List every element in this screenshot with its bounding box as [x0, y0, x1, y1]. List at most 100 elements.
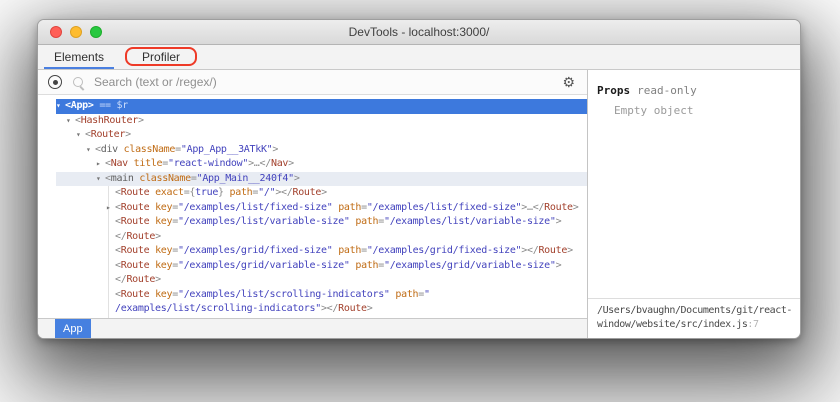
chevron-right-icon[interactable]: ▸ — [106, 201, 115, 216]
tree-text-segment: "App_Main__240f4" — [196, 172, 295, 184]
tree-text-segment: > — [288, 158, 294, 169]
elements-pane: ⚙ ▾<App> == $r▾<HashRouter>▾<Router>▾<di… — [38, 70, 588, 338]
tree-text-segment: </ — [115, 230, 127, 242]
tree-text-segment: "App_App__3ATkK" — [180, 143, 273, 155]
tree-row[interactable]: <Route key="/examples/list/scrolling-ind… — [56, 288, 587, 303]
tree-text-segment: true — [195, 187, 219, 198]
tree-text-segment: "/examples/list/fixed-size" — [177, 201, 333, 213]
tree-text-segment: "/examples/list/scroll-to-item" — [390, 318, 568, 319]
tree-text-segment: > — [366, 303, 373, 314]
component-tree: ▾ <App> == $r ▾ <HashRouter> ▾ <Router> ▾ <div … — [56, 95, 587, 318]
breadcrumb-item-app[interactable]: App — [55, 319, 91, 338]
tree-text-segment: "/examples/list/fixed-size" — [366, 201, 522, 213]
tree-text-segment: > — [555, 259, 562, 271]
tree-text-segment: > — [272, 143, 279, 155]
tree-row[interactable]: <Route key="/examples/list/variable-size… — [56, 215, 587, 230]
props-title: Props — [597, 84, 631, 97]
tree-text-segment: "/" — [258, 187, 276, 198]
zoom-button[interactable] — [90, 26, 102, 38]
tree-text-segment: <App> — [65, 100, 94, 111]
tree-text-segment: Router — [90, 129, 126, 140]
source-line-number: :7 — [747, 319, 759, 330]
tree-row[interactable]: ▾ <Router> — [56, 128, 587, 143]
tree-text-segment: path — [229, 187, 253, 198]
tree-text-segment: "/examples/grid/variable-size" — [177, 259, 350, 271]
tab-profiler[interactable]: Profiler — [125, 45, 198, 69]
chevron-down-icon[interactable]: ▾ — [96, 172, 105, 187]
tree-text-segment: className — [123, 143, 176, 155]
tree-text-segment: "/examples/list/variable-size" — [383, 216, 556, 227]
tree-text-segment: > — [155, 274, 161, 285]
tree-text-segment: > — [321, 187, 327, 198]
tree-text-segment: Route — [120, 245, 150, 256]
tree-text-segment: Route — [126, 274, 156, 285]
tree-text-segment: Route — [120, 288, 150, 300]
tree-row[interactable]: /examples/list/scrolling-indicators"></R… — [56, 302, 587, 317]
props-empty-text: Empty object — [614, 104, 694, 117]
minimize-button[interactable] — [70, 26, 82, 38]
tree-row[interactable]: ▾ <div className="App_App__3ATkK"> — [56, 143, 587, 158]
tree-text-segment: ></ — [521, 245, 539, 256]
tree-text-segment: path — [355, 259, 379, 271]
source-path: /Users/bvaughn/Documents/git/react-windo… — [597, 305, 792, 330]
tree-text-segment: > — [293, 172, 300, 184]
tree-text-segment: >…</ — [521, 201, 545, 213]
tree-text-segment: HashRouter — [80, 114, 139, 126]
inspect-element-icon[interactable] — [48, 75, 62, 89]
tree-text-segment: Route — [120, 216, 150, 227]
tab-elements[interactable]: Elements — [44, 45, 114, 69]
tree-text-segment: Route — [120, 259, 150, 271]
screenshot-canvas: DevTools - localhost:3000/ Elements Prof… — [0, 0, 840, 402]
tab-bar: Elements Profiler — [38, 45, 800, 70]
tree-text-segment: Route — [292, 187, 322, 198]
tree-text-segment: > — [567, 245, 573, 256]
chevron-down-icon[interactable]: ▾ — [66, 114, 75, 129]
tree-row[interactable]: <Route key="/examples/list/scroll-to-ite… — [56, 317, 587, 319]
tree-row[interactable]: ▸ <Route key="/examples/list/fixed-size" … — [56, 201, 587, 216]
elements-toolbar: ⚙ — [38, 70, 587, 95]
tree-text-segment: "/examples/list/variable-size" — [177, 216, 350, 227]
tree-row[interactable]: </Route> — [56, 273, 587, 288]
tree-text-segment: Route — [121, 318, 150, 319]
window-titlebar[interactable]: DevTools - localhost:3000/ — [38, 20, 800, 45]
tree-row[interactable]: <Route key="/examples/grid/fixed-size" p… — [56, 244, 587, 259]
tree-text-segment: > — [567, 318, 573, 319]
tree-row[interactable]: ▸ <Nav title="react-window">…</Nav> — [56, 157, 587, 172]
tree-text-segment: path — [361, 318, 384, 319]
tree-row[interactable]: ▾ <main className="App_Main__240f4"> — [56, 171, 587, 187]
tree-row[interactable]: </Route> — [56, 230, 587, 245]
settings-gear-icon[interactable]: ⚙ — [562, 75, 575, 89]
chevron-down-icon[interactable]: ▾ — [56, 99, 65, 114]
tree-row[interactable]: <Route exact={true} path="/"></Route> — [56, 186, 587, 201]
tree-text-segment: path — [338, 201, 362, 213]
tree-text-segment: /examples/list/scrolling-indicators" — [115, 303, 321, 314]
tree-text-segment: "/examples/grid/variable-size" — [383, 259, 556, 271]
tree-text-segment: > — [572, 201, 579, 213]
chevron-down-icon[interactable]: ▾ — [86, 143, 95, 158]
breadcrumb-bar: App — [38, 318, 587, 338]
devtools-window: DevTools - localhost:3000/ Elements Prof… — [37, 19, 801, 339]
tree-text-segment: Route — [120, 187, 150, 198]
devtools-content: ⚙ ▾<App> == $r▾<HashRouter>▾<Router>▾<di… — [38, 70, 800, 338]
chevron-right-icon[interactable]: ▸ — [96, 157, 105, 172]
chevron-down-icon[interactable]: ▾ — [76, 128, 85, 143]
tree-text-segment: key — [155, 216, 173, 227]
source-location-link[interactable]: /Users/bvaughn/Documents/git/react-windo… — [588, 298, 800, 338]
search-input[interactable] — [92, 74, 554, 90]
tree-text-segment: key — [155, 259, 173, 271]
tree-row[interactable]: ▾ <App> == $r — [56, 99, 587, 114]
tree-row[interactable]: ▾ <HashRouter> — [56, 114, 587, 129]
close-button[interactable] — [50, 26, 62, 38]
search-icon — [73, 77, 83, 87]
tree-text-segment: path — [355, 216, 379, 227]
tree-row[interactable]: <Route key="/examples/grid/variable-size… — [56, 259, 587, 274]
traffic-lights — [50, 26, 102, 38]
window-title: DevTools - localhost:3000/ — [348, 25, 490, 39]
tree-text-segment: Nav — [270, 158, 289, 169]
tree-text-segment: title — [133, 158, 163, 169]
tree-text-segment: Route — [126, 230, 156, 242]
tree-text-segment: path — [395, 288, 419, 300]
tree-text-segment: ></ — [320, 303, 339, 314]
tree-text-segment: key — [155, 288, 173, 300]
tree-text-segment: Route — [338, 303, 367, 314]
